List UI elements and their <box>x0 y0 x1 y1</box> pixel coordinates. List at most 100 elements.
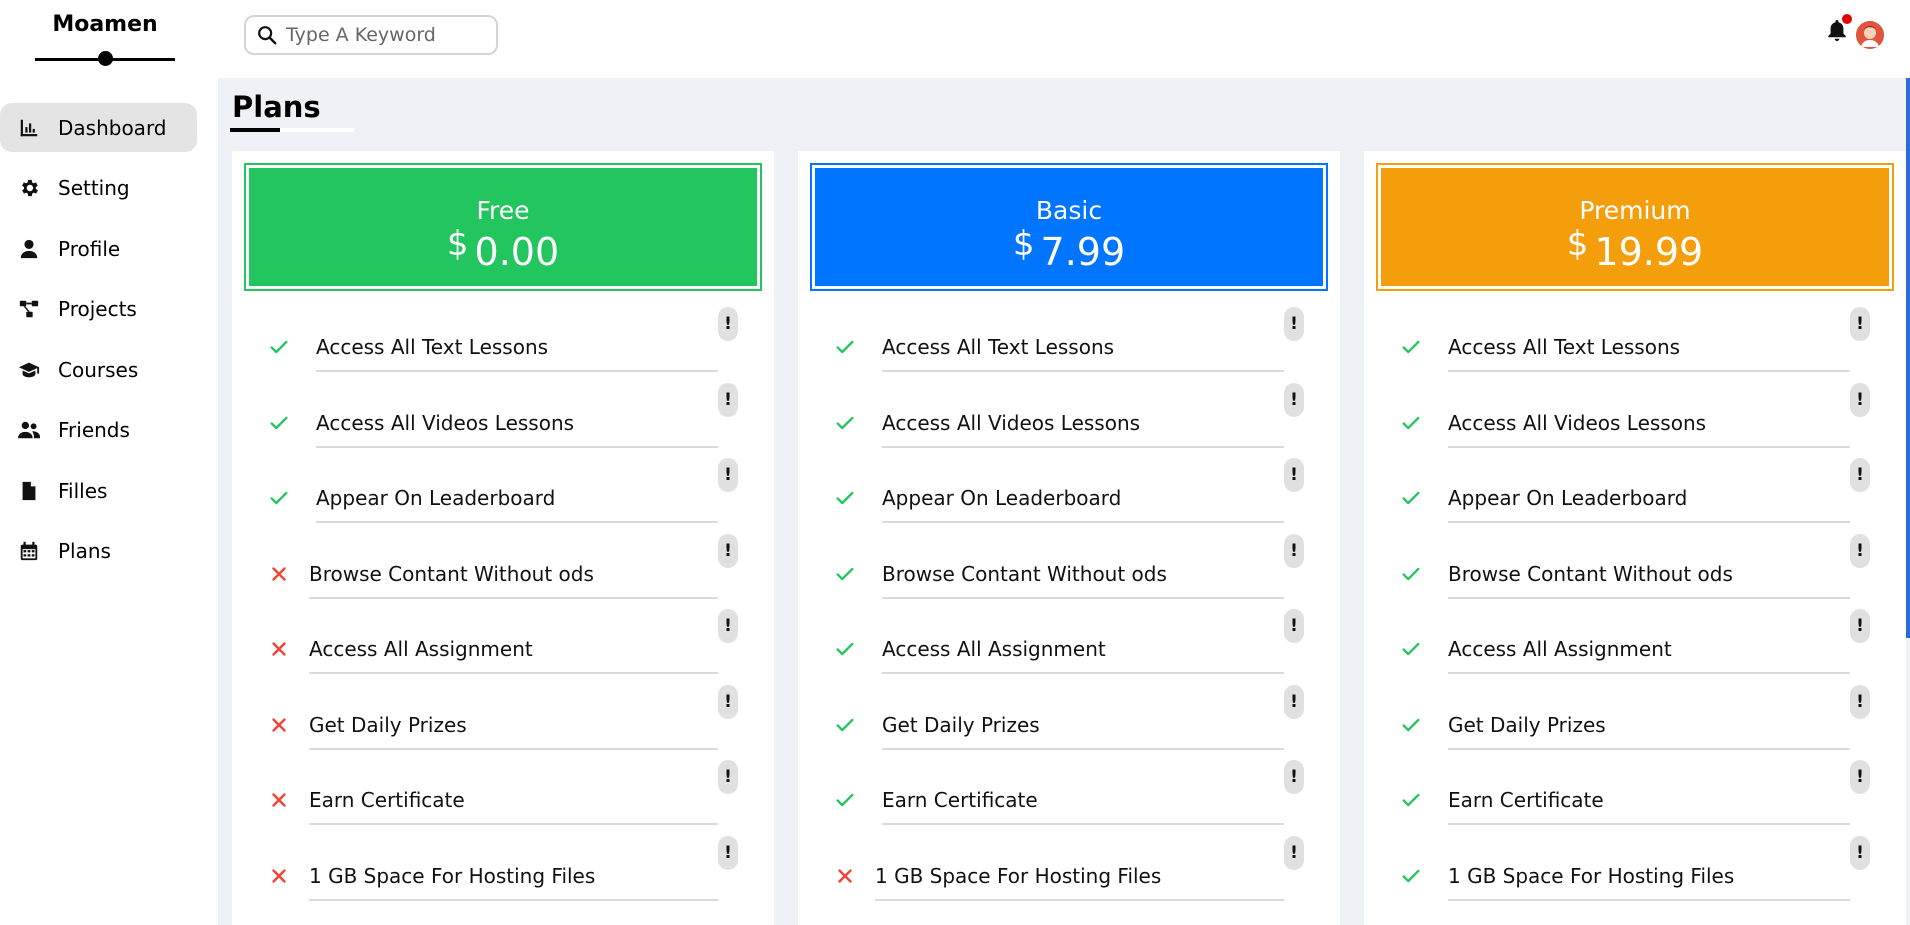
check-icon <box>268 487 290 509</box>
info-badge[interactable]: ! <box>718 458 738 492</box>
chart-icon <box>18 117 40 139</box>
feature-label: Get Daily Prizes <box>309 712 467 737</box>
info-badge[interactable]: ! <box>1850 609 1870 643</box>
feature-divider <box>316 521 718 523</box>
feature-item: Get Daily Prizes! <box>798 679 1340 755</box>
check-icon <box>1400 563 1422 585</box>
feature-item: Appear On Leaderboard! <box>1364 452 1906 528</box>
feature-item: 1 GB Space For Hosting Files! <box>798 830 1340 906</box>
sidebar-item-profile[interactable]: Profile <box>0 224 197 273</box>
sidebar-item-projects[interactable]: Projects <box>0 285 197 334</box>
feature-item: Access All Assignment! <box>232 603 774 679</box>
search-box[interactable] <box>244 15 498 55</box>
plan-price: $7.99 <box>1013 227 1126 275</box>
feature-divider <box>1448 672 1850 674</box>
info-badge[interactable]: ! <box>718 609 738 643</box>
info-badge[interactable]: ! <box>1284 382 1304 417</box>
scrollbar[interactable] <box>1906 78 1910 638</box>
feature-item: Browse Contant Without ods! <box>1364 528 1906 604</box>
info-badge[interactable]: ! <box>718 307 738 341</box>
feature-divider <box>1448 521 1850 523</box>
info-badge[interactable]: ! <box>1284 458 1304 492</box>
sidebar-item-friends[interactable]: Friends <box>0 406 197 455</box>
info-badge[interactable]: ! <box>1850 458 1870 492</box>
info-badge[interactable]: ! <box>718 684 738 719</box>
feature-divider <box>316 370 718 372</box>
info-badge[interactable]: ! <box>718 533 738 568</box>
info-badge[interactable]: ! <box>1284 533 1304 568</box>
plan-price: $0.00 <box>447 227 559 275</box>
info-badge[interactable]: ! <box>718 760 738 794</box>
info-badge[interactable]: ! <box>1284 684 1304 719</box>
feature-item: Get Daily Prizes! <box>1364 679 1906 755</box>
feature-label: Browse Contant Without ods <box>882 561 1167 586</box>
feature-item: Browse Contant Without ods! <box>232 528 774 604</box>
info-badge[interactable]: ! <box>1284 760 1304 794</box>
feature-item: Access All Videos Lessons! <box>1364 377 1906 453</box>
feature-divider <box>875 898 1284 901</box>
info-badge[interactable]: ! <box>718 835 738 870</box>
plan-name: Free <box>476 196 530 225</box>
cross-icon <box>268 638 290 660</box>
page-title: Plans <box>232 90 321 124</box>
info-badge[interactable]: ! <box>1850 307 1870 341</box>
sidebar-item-setting[interactable]: Setting <box>0 164 197 213</box>
plan-header-free: Free $0.00 <box>244 163 762 291</box>
cross-icon <box>268 714 290 736</box>
info-badge[interactable]: ! <box>1850 533 1870 568</box>
feature-label: Earn Certificate <box>1448 788 1604 812</box>
sidebar-item-label: Courses <box>58 357 139 382</box>
top-header <box>218 0 1910 78</box>
feature-item: Access All Text Lessons! <box>798 301 1340 377</box>
info-badge[interactable]: ! <box>1850 684 1870 719</box>
sidebar-item-filles[interactable]: Filles <box>0 466 197 515</box>
sidebar-item-plans[interactable]: Plans <box>0 527 197 576</box>
feature-divider <box>1448 898 1850 901</box>
feature-label: Appear On Leaderboard <box>882 486 1122 510</box>
cross-icon <box>268 563 290 585</box>
sidebar: Moamen Dashboard Setting Profile Projects Co… <box>0 0 218 925</box>
sidebar-item-dashboard[interactable]: Dashboard <box>0 103 197 152</box>
notification-bell[interactable] <box>1826 14 1852 46</box>
feature-label: Access All Text Lessons <box>316 335 549 359</box>
avatar[interactable] <box>1856 21 1884 49</box>
feature-label: Get Daily Prizes <box>1448 712 1606 737</box>
title-underline <box>230 128 354 132</box>
feature-label: Access All Assignment <box>309 637 533 661</box>
feature-item: Appear On Leaderboard! <box>232 452 774 528</box>
feature-divider <box>309 672 718 674</box>
info-badge[interactable]: ! <box>1850 382 1870 417</box>
notification-dot <box>1842 14 1852 24</box>
price-amount: 19.99 <box>1594 230 1704 274</box>
search-input[interactable] <box>286 24 486 46</box>
logo[interactable]: Moamen <box>35 10 175 66</box>
file-icon <box>18 480 40 502</box>
feature-label: 1 GB Space For Hosting Files <box>309 863 596 888</box>
feature-label: Access All Text Lessons <box>882 335 1115 359</box>
plan-header-basic: Basic $7.99 <box>810 163 1328 291</box>
diagram-icon <box>18 298 40 320</box>
check-icon <box>268 336 290 358</box>
info-badge[interactable]: ! <box>1850 835 1870 870</box>
info-badge[interactable]: ! <box>718 382 738 417</box>
feature-item: 1 GB Space For Hosting Files! <box>1364 830 1906 906</box>
feature-divider <box>309 747 718 750</box>
sidebar-nav: Dashboard Setting Profile Projects Courses Fr… <box>0 103 218 587</box>
feature-divider <box>1448 445 1850 448</box>
info-badge[interactable]: ! <box>1850 760 1870 794</box>
feature-divider <box>309 823 718 825</box>
feature-item: Access All Assignment! <box>1364 603 1906 679</box>
check-icon <box>834 412 856 434</box>
price-amount: 7.99 <box>1040 230 1126 274</box>
feature-item: Access All Assignment! <box>798 603 1340 679</box>
feature-label: Get Daily Prizes <box>882 712 1040 737</box>
info-badge[interactable]: ! <box>1284 835 1304 870</box>
feature-divider <box>882 521 1284 523</box>
feature-label: Access All Videos Lessons <box>882 410 1141 435</box>
check-icon <box>834 789 856 811</box>
sidebar-item-courses[interactable]: Courses <box>0 345 197 394</box>
feature-label: Access All Assignment <box>1448 637 1672 661</box>
info-badge[interactable]: ! <box>1284 609 1304 643</box>
info-badge[interactable]: ! <box>1284 307 1304 341</box>
check-icon <box>1400 412 1422 434</box>
